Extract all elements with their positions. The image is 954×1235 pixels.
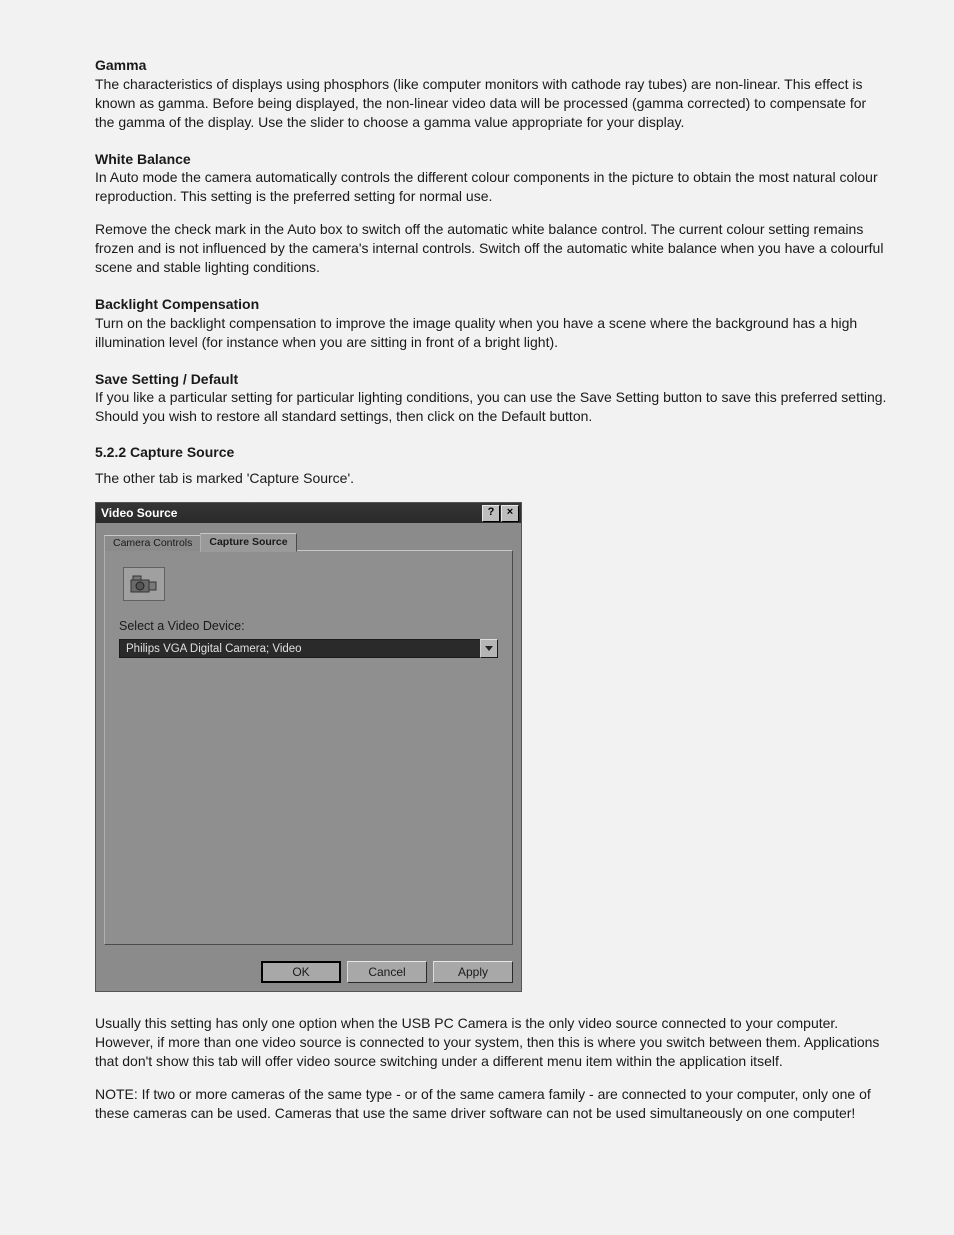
section-save-default: Save Setting / Default If you like a par… bbox=[95, 370, 889, 427]
backlight-body: Turn on the backlight compensation to im… bbox=[95, 315, 857, 350]
camera-glyph-icon bbox=[129, 572, 159, 596]
gamma-body: The characteristics of displays using ph… bbox=[95, 76, 866, 130]
close-button[interactable]: × bbox=[501, 505, 519, 522]
dialog-body: Camera Controls Capture Source Select a … bbox=[96, 523, 521, 953]
capture-source-after-p1: Usually this setting has only one option… bbox=[95, 1014, 889, 1071]
device-combobox-value: Philips VGA Digital Camera; Video bbox=[119, 639, 480, 658]
video-source-dialog: Video Source ? × Camera Controls Capture… bbox=[95, 502, 522, 992]
ok-button[interactable]: OK bbox=[261, 961, 341, 983]
tab-strip: Camera Controls Capture Source bbox=[104, 531, 513, 551]
backlight-heading: Backlight Compensation bbox=[95, 296, 259, 312]
apply-button[interactable]: Apply bbox=[433, 961, 513, 983]
capture-source-number-heading: 5.2.2 Capture Source bbox=[95, 444, 889, 460]
save-default-body: If you like a particular setting for par… bbox=[95, 389, 886, 424]
save-default-heading: Save Setting / Default bbox=[95, 371, 238, 387]
white-balance-heading: White Balance bbox=[95, 151, 191, 167]
tab-capture-source[interactable]: Capture Source bbox=[200, 533, 296, 552]
titlebar-controls: ? × bbox=[481, 505, 519, 522]
select-device-label: Select a Video Device: bbox=[119, 619, 498, 633]
cancel-button[interactable]: Cancel bbox=[347, 961, 427, 983]
help-button[interactable]: ? bbox=[482, 505, 500, 522]
combobox-dropdown-button[interactable] bbox=[480, 639, 498, 658]
gamma-heading: Gamma bbox=[95, 57, 146, 73]
device-icon bbox=[123, 567, 165, 601]
tab-panel-capture-source: Select a Video Device: Philips VGA Digit… bbox=[104, 550, 513, 945]
capture-source-after: Usually this setting has only one option… bbox=[95, 1014, 889, 1122]
tab-camera-controls[interactable]: Camera Controls bbox=[104, 535, 201, 551]
section-backlight: Backlight Compensation Turn on the backl… bbox=[95, 295, 889, 352]
capture-source-intro: The other tab is marked 'Capture Source'… bbox=[95, 470, 889, 486]
chevron-down-icon bbox=[485, 646, 493, 652]
capture-source-after-p2: NOTE: If two or more cameras of the same… bbox=[95, 1085, 889, 1123]
dialog-title: Video Source bbox=[101, 506, 177, 520]
section-gamma: Gamma The characteristics of displays us… bbox=[95, 56, 889, 132]
section-white-balance: White Balance In Auto mode the camera au… bbox=[95, 150, 889, 277]
white-balance-p1: In Auto mode the camera automatically co… bbox=[95, 169, 878, 204]
white-balance-p2: Remove the check mark in the Auto box to… bbox=[95, 220, 889, 277]
dialog-button-row: OK Cancel Apply bbox=[96, 953, 521, 991]
document-page: Gamma The characteristics of displays us… bbox=[0, 0, 954, 1235]
dialog-titlebar[interactable]: Video Source ? × bbox=[96, 503, 521, 523]
device-combobox[interactable]: Philips VGA Digital Camera; Video bbox=[119, 639, 498, 658]
